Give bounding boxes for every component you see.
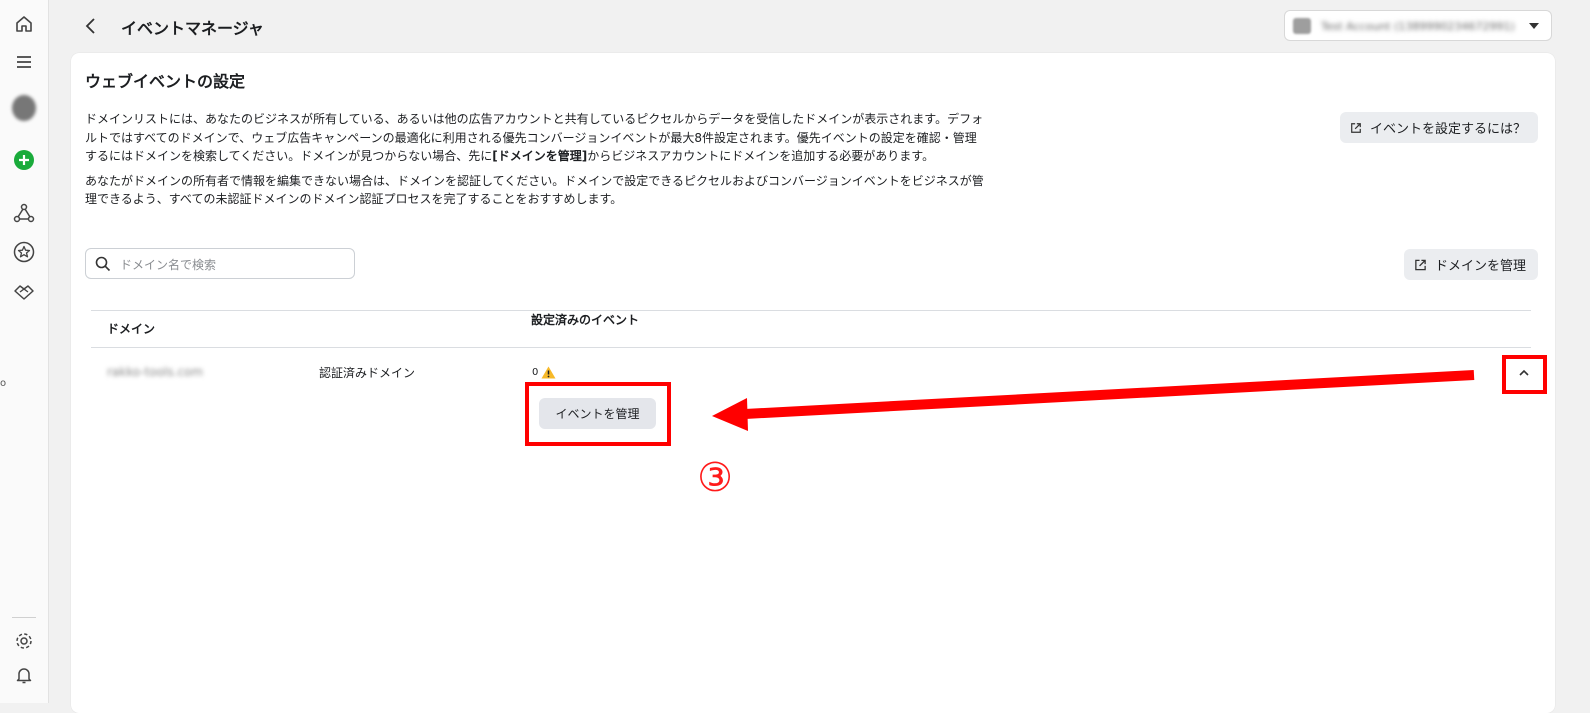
account-selector[interactable]: Test Account (1389990234672991) [1284,10,1552,41]
manage-domains-button[interactable]: ドメインを管理 [1404,249,1538,280]
account-avatar [1293,18,1311,34]
menu-icon[interactable] [12,50,36,74]
web-events-card: ウェブイベントの設定 ドメインリストには、あなたのビジネスが所有している、あるい… [71,53,1555,713]
description-paragraph-1: ドメインリストには、あなたのビジネスが所有している、あるいは他の広告アカウントと… [85,112,984,163]
how-to-setup-events-label: イベントを設定するには？ [1369,122,1526,137]
home-icon[interactable] [12,12,36,36]
verification-status: 認証済みドメイン [319,366,416,380]
domain-search-input[interactable] [118,254,347,276]
highlight-collapse-button [1502,355,1547,394]
manage-domains-link[interactable]: [ドメインを管理] [492,149,587,163]
create-plus-icon[interactable] [12,148,36,172]
external-link-icon [1415,259,1426,270]
avatar[interactable] [12,95,36,121]
column-header-configured-events: 設定済みのイベント [531,313,640,327]
external-link-icon [1351,122,1361,133]
gear-icon[interactable] [12,629,36,653]
table-top-divider [91,310,1531,311]
column-header-domain: ドメイン [107,322,156,336]
left-nav-rail [0,0,49,703]
table-header-divider [91,347,1531,348]
star-icon[interactable] [12,240,36,264]
app-title: イベントマネージャ [121,19,264,38]
account-name: Test Account (1389990234672991) [1321,20,1515,33]
warning-icon [541,366,556,379]
bell-icon[interactable] [12,663,36,687]
domain-search[interactable] [85,248,355,279]
manage-domains-label: ドメインを管理 [1434,259,1526,274]
search-icon [95,256,111,272]
page-title: ウェブイベントの設定 [85,72,246,91]
how-to-setup-events-button[interactable]: イベントを設定するには？ [1340,112,1538,143]
edge-mark: o [0,378,7,389]
rail-divider [12,617,36,618]
description: ドメインリストには、あなたのビジネスが所有している、あるいは他の広告アカウントと… [85,110,985,215]
handshake-icon[interactable] [12,280,36,304]
connections-icon[interactable] [12,201,36,225]
event-count: 0 [532,366,556,379]
domain-name: rakko-tools.com [107,365,204,379]
highlight-manage-events [525,382,671,446]
back-icon[interactable] [80,14,102,38]
caret-down-icon [1529,23,1539,29]
description-paragraph-2: あなたがドメインの所有者で情報を編集できない場合は、ドメインを認証してください。… [85,173,984,207]
step-number-annotation: ③ [697,455,733,501]
event-count-value: 0 [532,367,539,378]
